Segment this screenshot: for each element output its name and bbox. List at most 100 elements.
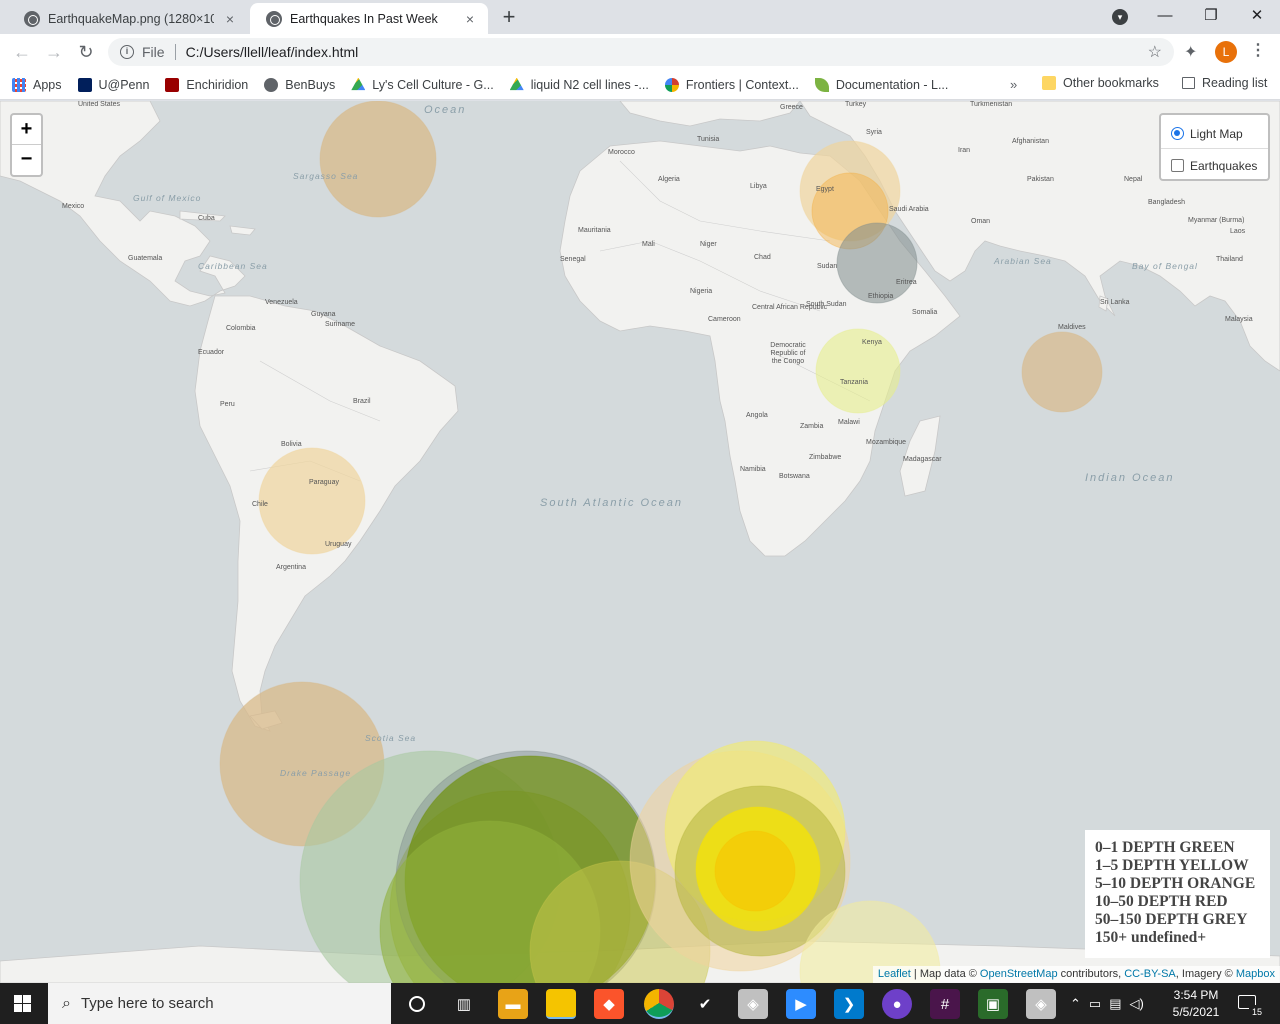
country-label: Mauritania <box>578 227 611 234</box>
ocean-label: Ocean <box>424 104 467 116</box>
tab-close-button[interactable]: × <box>222 11 238 27</box>
country-label: Nepal <box>1124 176 1143 183</box>
bookmark-star-icon[interactable]: ☆ <box>1148 42 1162 62</box>
tab-search-icon[interactable]: ▾ <box>1112 9 1128 25</box>
device-icon[interactable]: ▭ <box>1089 996 1101 1012</box>
light-map-radio[interactable] <box>1171 127 1184 140</box>
reading-list-button[interactable]: Reading list <box>1182 76 1267 90</box>
frontiers-icon <box>664 77 679 92</box>
tab-earthquakes-in-past-week[interactable]: Earthquakes In Past Week × <box>250 3 488 34</box>
country-label: Mozambique <box>866 439 907 446</box>
chrome-icon[interactable] <box>644 989 674 1019</box>
image-viewer-icon[interactable]: ▣ <box>978 989 1008 1019</box>
earthquake-marker[interactable] <box>319 101 437 218</box>
country-label: Angola <box>746 412 768 419</box>
zoom-in-button[interactable]: + <box>12 115 41 145</box>
app-diamond-icon[interactable]: ◈ <box>1026 989 1056 1019</box>
task-view-icon[interactable]: ▥ <box>449 989 479 1019</box>
brave-browser-icon[interactable]: ◆ <box>594 989 624 1019</box>
browser-toolbar: ← → ↻ i File C:/Users/llell/leaf/index.h… <box>0 34 1280 70</box>
bookmark-label: Apps <box>33 77 62 92</box>
address-bar[interactable]: i File C:/Users/llell/leaf/index.html ☆ <box>108 38 1174 66</box>
todo-check-icon[interactable]: ✔ <box>690 989 720 1019</box>
url-text[interactable]: C:/Users/llell/leaf/index.html <box>186 44 359 60</box>
back-arrow-icon[interactable]: ← <box>10 40 34 64</box>
bookmark-enchiridion[interactable]: Enchiridion <box>165 77 248 92</box>
more-menu-icon[interactable]: ⋮ <box>1250 40 1266 60</box>
restore-button[interactable]: ❐ <box>1196 4 1226 28</box>
zoom-out-button[interactable]: − <box>12 145 41 175</box>
vscode-icon[interactable]: ❯ <box>834 989 864 1019</box>
earthquake-marker[interactable] <box>1021 331 1103 413</box>
tab-title: Earthquakes In Past Week <box>290 11 438 26</box>
mapbox-link[interactable]: Mapbox <box>1236 968 1275 980</box>
country-label: Senegal <box>560 256 586 263</box>
github-desktop-icon[interactable]: ● <box>882 989 912 1019</box>
new-tab-button[interactable]: + <box>496 5 522 31</box>
leaflet-link[interactable]: Leaflet <box>878 968 911 980</box>
country-label: Ethiopia <box>868 293 894 300</box>
country-label: Argentina <box>276 564 306 571</box>
country-label: Libya <box>750 183 767 190</box>
country-label: Guyana <box>311 311 336 318</box>
chevron-up-icon[interactable]: ⌃ <box>1070 996 1081 1012</box>
country-label: Pakistan <box>1027 176 1054 183</box>
country-label: Thailand <box>1216 256 1243 263</box>
forward-arrow-icon[interactable]: → <box>42 40 66 64</box>
earthquake-marker[interactable] <box>258 447 366 555</box>
bookmarks-overflow-button[interactable]: » <box>1010 77 1017 92</box>
reload-icon[interactable]: ↻ <box>74 40 98 64</box>
search-icon: ⌕ <box>62 994 71 1012</box>
country-label: Kenya <box>862 339 882 346</box>
openstreetmap-link[interactable]: OpenStreetMap <box>980 968 1058 980</box>
leaflet-map[interactable]: Ocean South Atlantic Ocean Indian Ocean … <box>0 101 1280 983</box>
bookmark-liquid-n2[interactable]: liquid N2 cell lines -... <box>509 77 649 92</box>
earthquake-marker[interactable] <box>836 222 918 304</box>
bookmark-documentation[interactable]: Documentation - L... <box>814 77 949 92</box>
windows-start-icon[interactable] <box>14 995 32 1013</box>
country-label: Laos <box>1230 228 1246 235</box>
earthquake-marker[interactable] <box>714 830 796 912</box>
clock-time: 3:54 PM <box>1173 988 1219 1002</box>
other-bookmarks-folder[interactable]: Other bookmarks <box>1042 76 1159 90</box>
network-icon[interactable]: ▤ <box>1109 996 1121 1012</box>
bookmark-frontiers[interactable]: Frontiers | Context... <box>664 77 799 92</box>
sea-label: Bay of Bengal <box>1132 261 1198 271</box>
minimize-button[interactable]: — <box>1150 4 1180 28</box>
window-close-button[interactable]: ✕ <box>1242 4 1272 28</box>
info-icon[interactable]: i <box>120 45 134 59</box>
country-label: Cuba <box>198 215 215 222</box>
overlay-earthquakes[interactable]: Earthquakes <box>1171 153 1268 178</box>
folder-icon <box>1042 76 1056 90</box>
taskbar-search-box[interactable]: ⌕ Type here to search <box>48 983 391 1024</box>
file-explorer-icon[interactable]: ▬ <box>498 989 528 1019</box>
sticky-notes-icon[interactable] <box>546 989 576 1019</box>
country-label: Chile <box>252 501 268 508</box>
bookmark-lys-cell-culture[interactable]: Ly's Cell Culture - G... <box>351 77 494 92</box>
country-label: Tunisia <box>697 136 720 143</box>
bookmark-benbuys[interactable]: BenBuys <box>264 77 335 92</box>
country-label: Eritrea <box>896 279 917 286</box>
app-diamond-icon[interactable]: ◈ <box>738 989 768 1019</box>
bookmark-label: liquid N2 cell lines -... <box>530 77 649 92</box>
earthquakes-checkbox[interactable] <box>1171 159 1184 172</box>
bookmark-upenn[interactable]: U@Penn <box>77 77 149 92</box>
sea-label: Drake Passage <box>280 768 352 778</box>
bookmark-label: Documentation - L... <box>835 77 949 92</box>
extensions-puzzle-icon[interactable]: ✦ <box>1184 42 1197 62</box>
country-label: Maldives <box>1058 324 1086 331</box>
cc-by-sa-link[interactable]: CC-BY-SA <box>1124 968 1176 980</box>
profile-avatar[interactable]: L <box>1215 41 1237 63</box>
attribution-text: | Map data © <box>910 968 980 980</box>
tab-close-button[interactable]: × <box>462 11 478 27</box>
volume-icon[interactable]: ◁) <box>1130 996 1144 1012</box>
bookmark-apps[interactable]: Apps <box>12 77 62 92</box>
slack-icon[interactable]: # <box>930 989 960 1019</box>
country-label: Guatemala <box>128 255 163 262</box>
base-layer-light-map[interactable]: Light Map <box>1171 121 1268 146</box>
earthquake-marker[interactable] <box>815 328 901 414</box>
zoom-app-icon[interactable]: ▶ <box>786 989 816 1019</box>
tab-earthquakemap-png[interactable]: EarthquakeMap.png (1280×1024 × <box>8 3 248 34</box>
cortana-icon[interactable] <box>402 989 432 1019</box>
taskbar-clock[interactable]: 3:54 PM 5/5/2021 <box>1160 987 1232 1021</box>
